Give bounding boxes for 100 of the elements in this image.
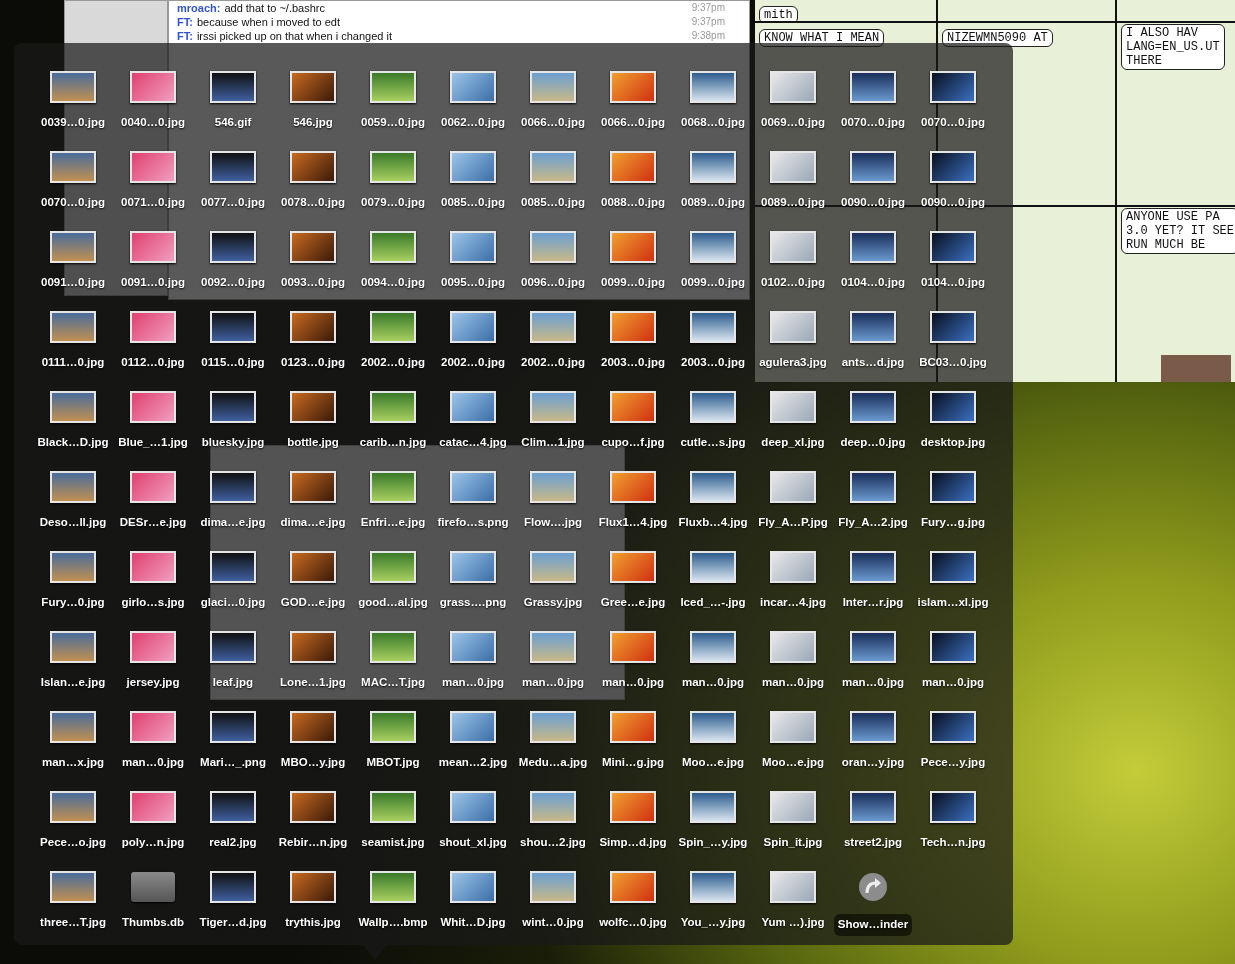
file-name[interactable]: poly…n.jpg bbox=[121, 834, 185, 850]
image-thumbnail[interactable] bbox=[850, 391, 896, 423]
image-thumbnail[interactable] bbox=[370, 711, 416, 743]
file-name[interactable]: MAC…T.jpg bbox=[361, 674, 425, 690]
image-thumbnail[interactable] bbox=[450, 471, 496, 503]
file-name[interactable]: Pece…o.jpg bbox=[40, 834, 106, 850]
file-name[interactable]: three…T.jpg bbox=[40, 914, 106, 930]
image-thumbnail[interactable] bbox=[370, 791, 416, 823]
file-name[interactable]: man…0.jpg bbox=[682, 674, 744, 690]
file-name[interactable]: 2002…0.jpg bbox=[441, 354, 505, 370]
image-thumbnail[interactable] bbox=[930, 551, 976, 583]
image-thumbnail[interactable] bbox=[370, 631, 416, 663]
image-thumbnail[interactable] bbox=[290, 391, 336, 423]
file-name[interactable]: man…0.jpg bbox=[922, 674, 984, 690]
image-thumbnail[interactable] bbox=[290, 151, 336, 183]
file-name[interactable]: Lone…1.jpg bbox=[280, 674, 346, 690]
image-thumbnail[interactable] bbox=[370, 231, 416, 263]
image-thumbnail[interactable] bbox=[210, 71, 256, 103]
file-name[interactable]: real2.jpg bbox=[209, 834, 257, 850]
image-thumbnail[interactable] bbox=[210, 231, 256, 263]
image-thumbnail[interactable] bbox=[850, 791, 896, 823]
file-name[interactable]: dima…e.jpg bbox=[280, 514, 346, 530]
file-name[interactable]: Fly_A…2.jpg bbox=[838, 514, 908, 530]
image-thumbnail[interactable] bbox=[850, 71, 896, 103]
file-name[interactable]: 0095…0.jpg bbox=[441, 274, 505, 290]
file-name[interactable]: grass….png bbox=[439, 594, 507, 610]
image-thumbnail[interactable] bbox=[850, 711, 896, 743]
file-name[interactable]: Enfri…e.jpg bbox=[360, 514, 426, 530]
image-thumbnail[interactable] bbox=[530, 231, 576, 263]
image-thumbnail[interactable] bbox=[450, 231, 496, 263]
image-thumbnail[interactable] bbox=[290, 871, 336, 903]
file-name[interactable]: Grassy.jpg bbox=[523, 594, 583, 610]
file-name[interactable]: Iced_…-.jpg bbox=[680, 594, 746, 610]
image-thumbnail[interactable] bbox=[50, 311, 96, 343]
file-name[interactable]: GOD…e.jpg bbox=[280, 594, 346, 610]
file-name[interactable]: leaf.jpg bbox=[212, 674, 254, 690]
image-thumbnail[interactable] bbox=[130, 391, 176, 423]
file-name[interactable]: 2002…0.jpg bbox=[361, 354, 425, 370]
file-name[interactable]: ants…d.jpg bbox=[841, 354, 905, 370]
file-name[interactable]: You_…y.jpg bbox=[680, 914, 746, 930]
image-thumbnail[interactable] bbox=[690, 391, 736, 423]
file-name[interactable]: Moo…e.jpg bbox=[682, 754, 744, 770]
image-thumbnail[interactable] bbox=[50, 391, 96, 423]
file-name[interactable]: 0070…0.jpg bbox=[841, 114, 905, 130]
file-name[interactable]: 2003…0.jpg bbox=[681, 354, 745, 370]
file-name[interactable]: Clim…1.jpg bbox=[521, 434, 585, 450]
file-name[interactable]: Flux1…4.jpg bbox=[598, 514, 668, 530]
image-thumbnail[interactable] bbox=[130, 791, 176, 823]
image-thumbnail[interactable] bbox=[530, 711, 576, 743]
file-name[interactable]: 0093…0.jpg bbox=[281, 274, 345, 290]
image-thumbnail[interactable] bbox=[130, 311, 176, 343]
file-name[interactable]: Fluxb…4.jpg bbox=[678, 514, 748, 530]
image-thumbnail[interactable] bbox=[530, 871, 576, 903]
file-name[interactable]: desktop.jpg bbox=[920, 434, 986, 450]
image-thumbnail[interactable] bbox=[210, 551, 256, 583]
image-thumbnail[interactable] bbox=[370, 471, 416, 503]
image-thumbnail[interactable] bbox=[770, 471, 816, 503]
file-name[interactable]: 0090…0.jpg bbox=[921, 194, 985, 210]
file-name[interactable]: jersey.jpg bbox=[126, 674, 180, 690]
file-name[interactable]: mean…2.jpg bbox=[438, 754, 508, 770]
image-thumbnail[interactable] bbox=[210, 871, 256, 903]
image-thumbnail[interactable] bbox=[610, 71, 656, 103]
file-name[interactable]: 0091…0.jpg bbox=[41, 274, 105, 290]
file-name[interactable]: Deso…ll.jpg bbox=[39, 514, 107, 530]
image-thumbnail[interactable] bbox=[690, 71, 736, 103]
file-name[interactable]: Rebir…n.jpg bbox=[278, 834, 348, 850]
file-name[interactable]: MBO…y.jpg bbox=[280, 754, 346, 770]
file-name[interactable]: wolfc…0.jpg bbox=[599, 914, 667, 930]
image-thumbnail[interactable] bbox=[690, 151, 736, 183]
file-name[interactable]: 0040…0.jpg bbox=[121, 114, 185, 130]
file-name[interactable]: MBOT.jpg bbox=[366, 754, 420, 770]
file-name[interactable]: Tiger…d.jpg bbox=[199, 914, 267, 930]
image-thumbnail[interactable] bbox=[50, 471, 96, 503]
image-thumbnail[interactable] bbox=[370, 71, 416, 103]
image-thumbnail[interactable] bbox=[930, 391, 976, 423]
file-name[interactable]: Wallp….bmp bbox=[358, 914, 428, 930]
file-name[interactable]: wint…0.jpg bbox=[522, 914, 584, 930]
image-thumbnail[interactable] bbox=[370, 151, 416, 183]
file-name[interactable]: 0071…0.jpg bbox=[121, 194, 185, 210]
image-thumbnail[interactable] bbox=[770, 71, 816, 103]
file-name[interactable]: 0078…0.jpg bbox=[281, 194, 345, 210]
file-name[interactable]: 0092…0.jpg bbox=[201, 274, 265, 290]
image-thumbnail[interactable] bbox=[770, 311, 816, 343]
image-thumbnail[interactable] bbox=[770, 631, 816, 663]
file-name[interactable]: Inter…r.jpg bbox=[842, 594, 904, 610]
image-thumbnail[interactable] bbox=[610, 311, 656, 343]
image-thumbnail[interactable] bbox=[610, 551, 656, 583]
file-name[interactable]: 0077…0.jpg bbox=[201, 194, 265, 210]
file-name[interactable]: man…0.jpg bbox=[842, 674, 904, 690]
image-thumbnail[interactable] bbox=[210, 631, 256, 663]
file-name[interactable]: 2002…0.jpg bbox=[521, 354, 585, 370]
image-thumbnail[interactable] bbox=[130, 151, 176, 183]
image-thumbnail[interactable] bbox=[530, 471, 576, 503]
image-thumbnail[interactable] bbox=[450, 311, 496, 343]
image-thumbnail[interactable] bbox=[50, 151, 96, 183]
image-thumbnail[interactable] bbox=[450, 791, 496, 823]
image-thumbnail[interactable] bbox=[690, 791, 736, 823]
image-thumbnail[interactable] bbox=[530, 551, 576, 583]
image-thumbnail[interactable] bbox=[130, 471, 176, 503]
file-name[interactable]: man…0.jpg bbox=[522, 674, 584, 690]
